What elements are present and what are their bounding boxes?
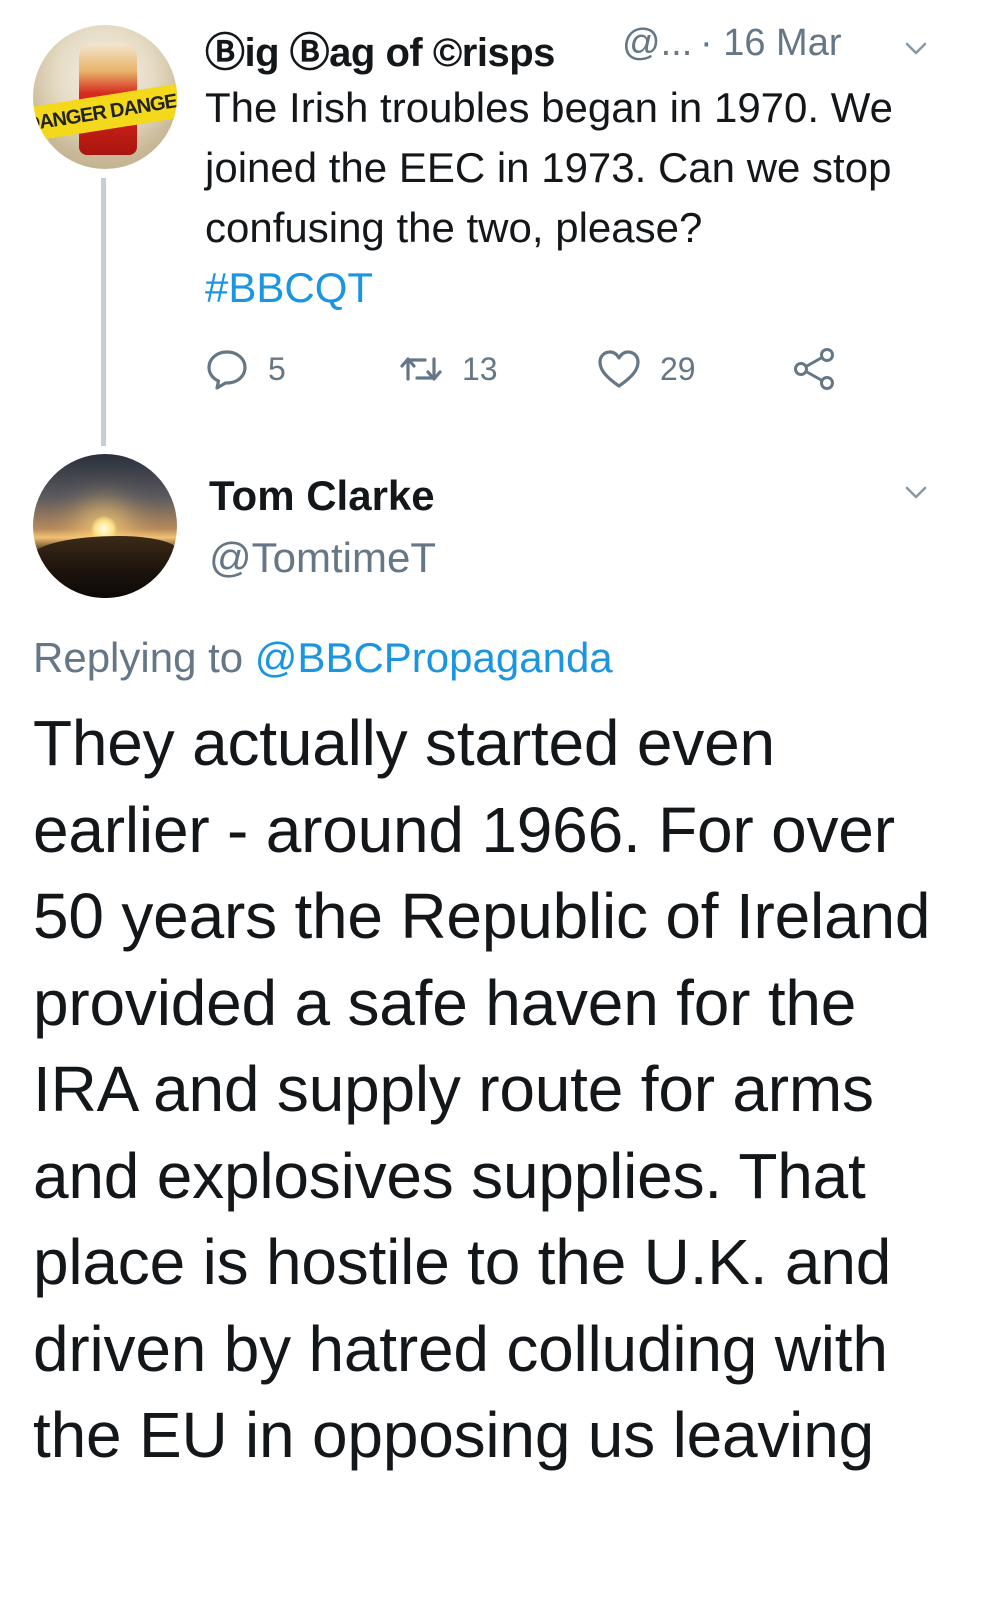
chevron-down-icon[interactable] (905, 38, 927, 60)
thread-connector-line (101, 178, 106, 446)
like-count: 29 (660, 350, 696, 387)
retweet-count: 13 (462, 350, 498, 387)
author-name[interactable]: Ⓑig Ⓑag of ©risps (205, 20, 555, 78)
retweet-icon (400, 357, 442, 381)
like-button[interactable]: 29 (596, 346, 696, 392)
avatar[interactable] (33, 454, 177, 598)
reply-icon (207, 350, 247, 390)
tweet-body: The Irish troubles began in 1970. We joi… (205, 84, 893, 251)
author-handle[interactable]: @TomtimeT (209, 534, 436, 582)
tweet-date[interactable]: · 16 Mar (700, 22, 841, 65)
tweet-text: The Irish troubles began in 1970. We joi… (205, 78, 925, 318)
reply-count: 5 (268, 350, 286, 387)
tweet-text: They actually started even earlier - aro… (33, 707, 931, 1471)
chevron-down-icon[interactable] (905, 482, 927, 504)
replying-prefix: Replying to (33, 634, 244, 681)
retweet-button[interactable]: 13 (398, 346, 498, 392)
author-name[interactable]: Tom Clarke (209, 472, 435, 520)
author-handle[interactable]: @... (622, 22, 692, 65)
heart-icon (598, 350, 640, 388)
share-button[interactable] (792, 346, 838, 392)
reply-button[interactable]: 5 (204, 346, 286, 392)
replying-to-line: Replying to @BBCPropaganda (33, 634, 613, 682)
mention-link[interactable]: @BBCPropaganda (255, 634, 613, 681)
avatar-landscape (33, 536, 177, 598)
hashtag-link[interactable]: #BBCQT (205, 264, 373, 311)
avatar[interactable]: DANGER DANGER (33, 25, 177, 169)
share-icon (794, 348, 834, 390)
